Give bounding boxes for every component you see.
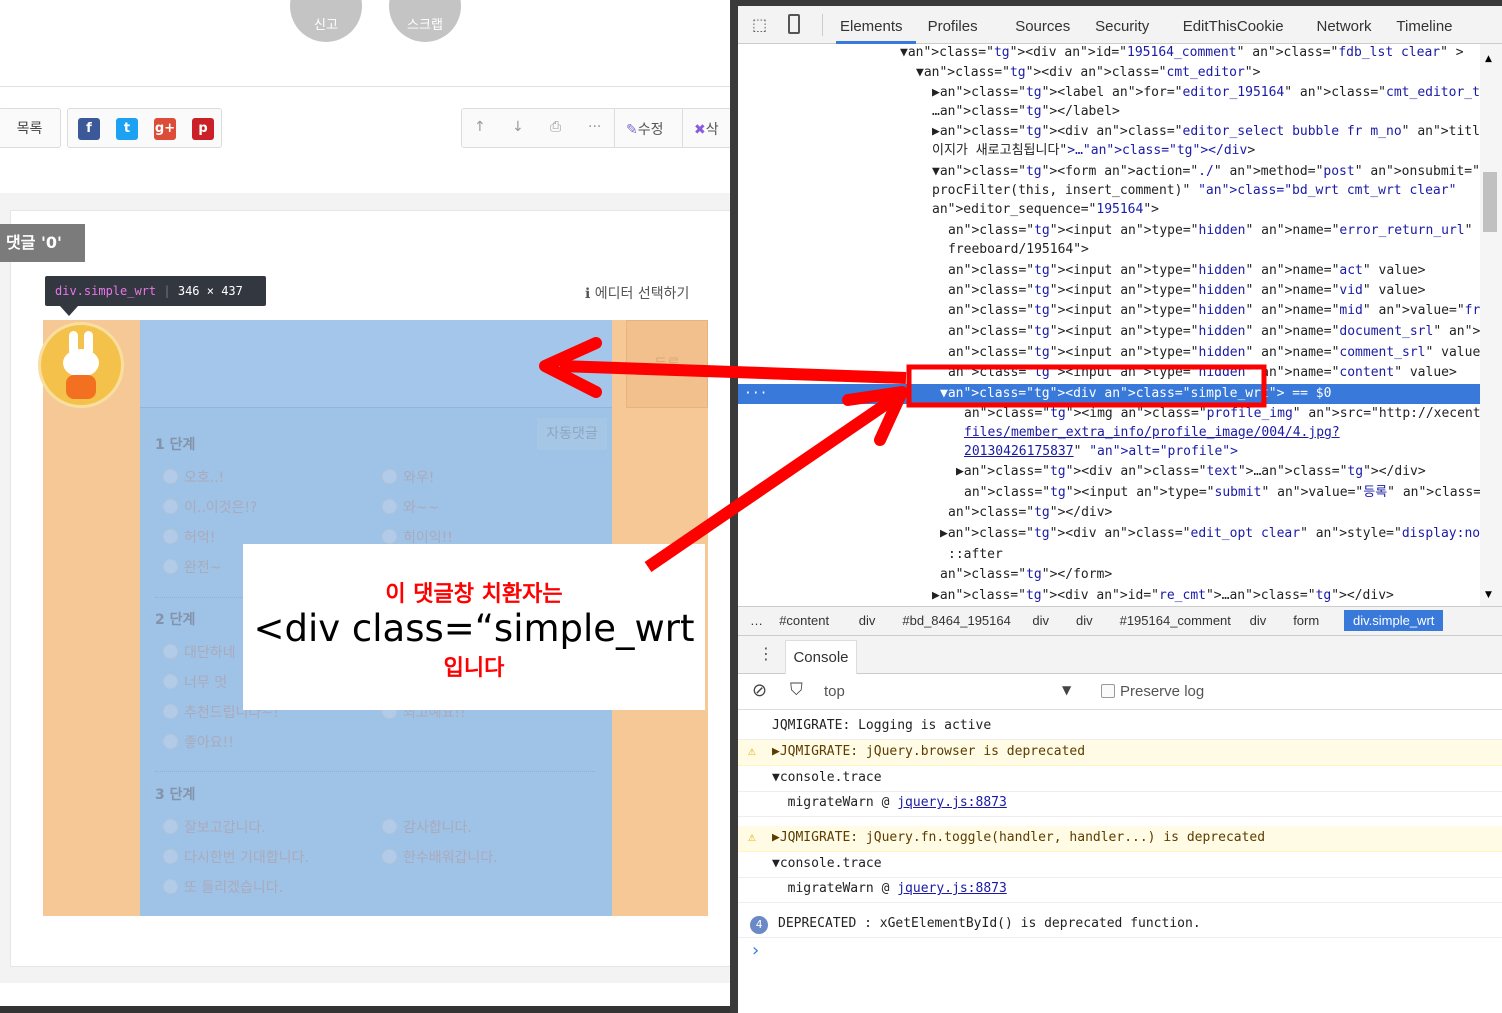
arrow-left (559, 360, 907, 384)
arrow-up-right (644, 393, 899, 572)
annotation-arrows (539, 337, 1267, 572)
highlight-box (906, 364, 1267, 408)
